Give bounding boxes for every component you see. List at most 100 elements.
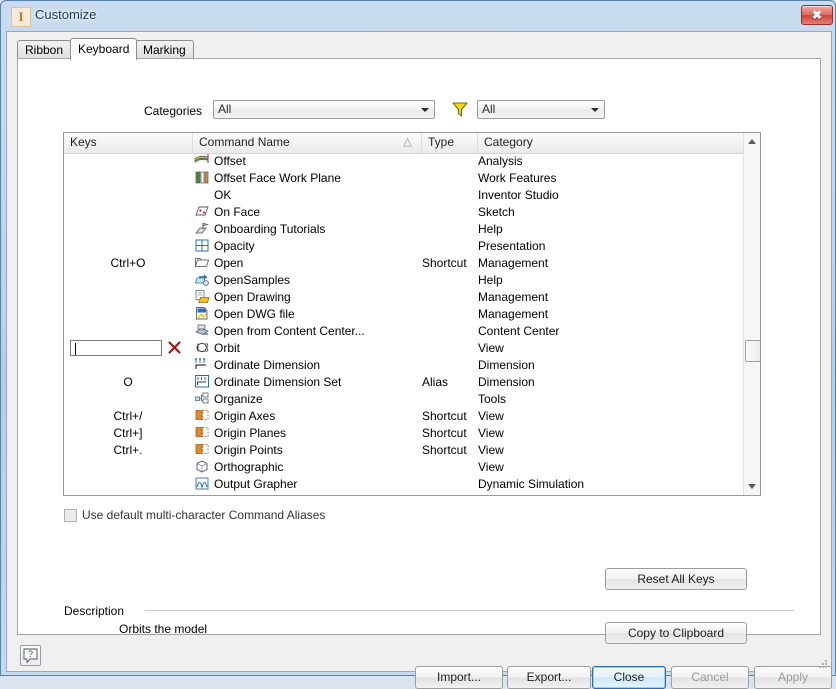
- resize-grip[interactable]: [817, 658, 829, 670]
- categories-dropdown[interactable]: All: [213, 100, 435, 119]
- chevron-down-icon: [591, 108, 599, 112]
- cell-type: Shortcut: [422, 426, 467, 440]
- table-row[interactable]: Offset Analysis: [64, 153, 744, 170]
- svg-text:?: ?: [28, 649, 33, 659]
- table-row[interactable]: O Ordinate Dimension Set Alias Dimension: [64, 374, 744, 391]
- red-x-icon[interactable]: [167, 340, 182, 355]
- table-row[interactable]: On Face Sketch: [64, 204, 744, 221]
- table-row[interactable]: Ctrl+. Origin Points Shortcut View: [64, 442, 744, 459]
- table-row[interactable]: Orbit View: [64, 340, 744, 357]
- window-title: Customize: [35, 7, 97, 22]
- cell-command-name: Open: [214, 256, 244, 270]
- tab-ribbon[interactable]: Ribbon: [17, 40, 72, 59]
- funnel-icon: [451, 101, 469, 118]
- import-button[interactable]: Import...: [415, 666, 503, 689]
- description-divider: [145, 610, 794, 611]
- cell-category: Dimension: [478, 358, 535, 372]
- column-header-category[interactable]: Category: [478, 133, 744, 153]
- cell-keys: Ctrl+O: [110, 256, 146, 270]
- tab-marking-menu[interactable]: Marking Menu: [135, 40, 194, 75]
- table-row[interactable]: OK Inventor Studio: [64, 187, 744, 204]
- column-header-keys[interactable]: Keys: [64, 133, 193, 153]
- cell-command-name: On Face: [214, 205, 261, 219]
- cell-category: Dimension: [478, 375, 535, 389]
- offset-face-work-plane-icon: [194, 170, 211, 186]
- cell-category: Inventor Studio: [478, 188, 559, 202]
- export-button[interactable]: Export...: [507, 666, 591, 689]
- listview-rows: Offset Analysis Offset Face Work Plane Wor…: [64, 153, 744, 495]
- open-folder-icon: [194, 255, 211, 271]
- table-row[interactable]: Orthographic View: [64, 459, 744, 476]
- offset-icon: [194, 153, 211, 169]
- dialog-client-area: Ribbon Keyboard Marking Menu Categories …: [6, 31, 832, 689]
- cell-category: Help: [478, 222, 503, 236]
- table-row[interactable]: Output Grapher Dynamic Simulation: [64, 476, 744, 493]
- cell-category: Content Center: [478, 324, 560, 338]
- description-label: Description: [64, 604, 125, 618]
- cell-type: Shortcut: [422, 443, 467, 457]
- reset-all-keys-button[interactable]: Reset All Keys: [605, 568, 747, 590]
- cell-keys: Ctrl+]: [113, 426, 143, 440]
- description-text: Orbits the model: [119, 622, 208, 636]
- open-dwg-file-icon: [194, 306, 211, 322]
- cancel-button[interactable]: Cancel: [671, 666, 749, 689]
- table-row[interactable]: Organize Tools: [64, 391, 744, 408]
- open-samples-icon: [194, 272, 211, 288]
- cell-command-name: Origin Planes: [214, 426, 287, 440]
- table-row[interactable]: Open DWG file Management: [64, 306, 744, 323]
- cell-command-name: Origin Points: [214, 443, 283, 457]
- use-default-aliases-checkbox[interactable]: [64, 509, 77, 522]
- scroll-down-arrow-icon[interactable]: [744, 478, 760, 495]
- cell-command-name: Orthographic: [214, 460, 284, 474]
- cell-command-name: Opacity: [214, 239, 255, 253]
- column-header-command-name[interactable]: Command Name: [193, 133, 422, 153]
- onboarding-tutorials-icon: [194, 221, 211, 237]
- cell-command-name: Onboarding Tutorials: [214, 222, 326, 236]
- table-row[interactable]: OpenSamples Help: [64, 272, 744, 289]
- table-row[interactable]: Ctrl+] Origin Planes Shortcut View: [64, 425, 744, 442]
- help-button[interactable]: ?: [20, 645, 41, 666]
- scroll-up-arrow-icon[interactable]: [744, 133, 760, 150]
- close-button[interactable]: Close: [592, 666, 666, 689]
- cell-category: Management: [478, 290, 549, 304]
- tab-keyboard[interactable]: Keyboard: [70, 38, 138, 60]
- categories-label: Categories: [144, 104, 203, 118]
- cell-keys: Ctrl+/: [113, 409, 143, 423]
- scrollbar-thumb[interactable]: [745, 340, 760, 362]
- cell-category: Management: [478, 307, 549, 321]
- cell-command-name: Open from Content Center...: [214, 324, 365, 338]
- cell-type: Alias: [422, 375, 449, 389]
- filter-dropdown-value: All: [482, 102, 496, 116]
- close-window-button[interactable]: ✖: [801, 5, 833, 25]
- listview-vertical-scrollbar[interactable]: [743, 133, 760, 495]
- orthographic-icon: [194, 459, 211, 475]
- table-row[interactable]: Ctrl+/ Origin Axes Shortcut View: [64, 408, 744, 425]
- cell-category: Dynamic Simulation: [478, 477, 585, 491]
- open-content-center-icon: [194, 323, 211, 339]
- cell-keys: O: [123, 375, 133, 389]
- filter-dropdown[interactable]: All: [477, 100, 605, 119]
- table-row[interactable]: Opacity Presentation: [64, 238, 744, 255]
- sort-ascending-icon: [403, 138, 412, 147]
- origin-planes-icon: [194, 425, 211, 441]
- keys-editor[interactable]: [70, 340, 190, 357]
- cell-type: Shortcut: [422, 256, 467, 270]
- ordinate-dimension-set-icon: [194, 374, 211, 390]
- cell-category: View: [478, 426, 504, 440]
- table-row[interactable]: Ordinate Dimension Dimension: [64, 357, 744, 374]
- cell-command-name: Organize: [214, 392, 263, 406]
- cell-command-name: OK: [214, 188, 232, 202]
- commands-listview[interactable]: Keys Command Name Type Category Offset An…: [63, 132, 761, 496]
- cell-category: View: [478, 409, 504, 423]
- cell-command-name: OpenSamples: [214, 273, 291, 287]
- table-row[interactable]: Open Drawing Management: [64, 289, 744, 306]
- column-header-type[interactable]: Type: [422, 133, 478, 153]
- keys-input[interactable]: [70, 340, 162, 356]
- cell-command-name: Offset: [214, 154, 246, 168]
- cell-command-name: Origin Axes: [214, 409, 276, 423]
- table-row[interactable]: Ctrl+O Open Shortcut Management: [64, 255, 744, 272]
- table-row[interactable]: Offset Face Work Plane Work Features: [64, 170, 744, 187]
- table-row[interactable]: Onboarding Tutorials Help: [64, 221, 744, 238]
- table-row[interactable]: Open from Content Center... Content Cente…: [64, 323, 744, 340]
- cell-category: Sketch: [478, 205, 515, 219]
